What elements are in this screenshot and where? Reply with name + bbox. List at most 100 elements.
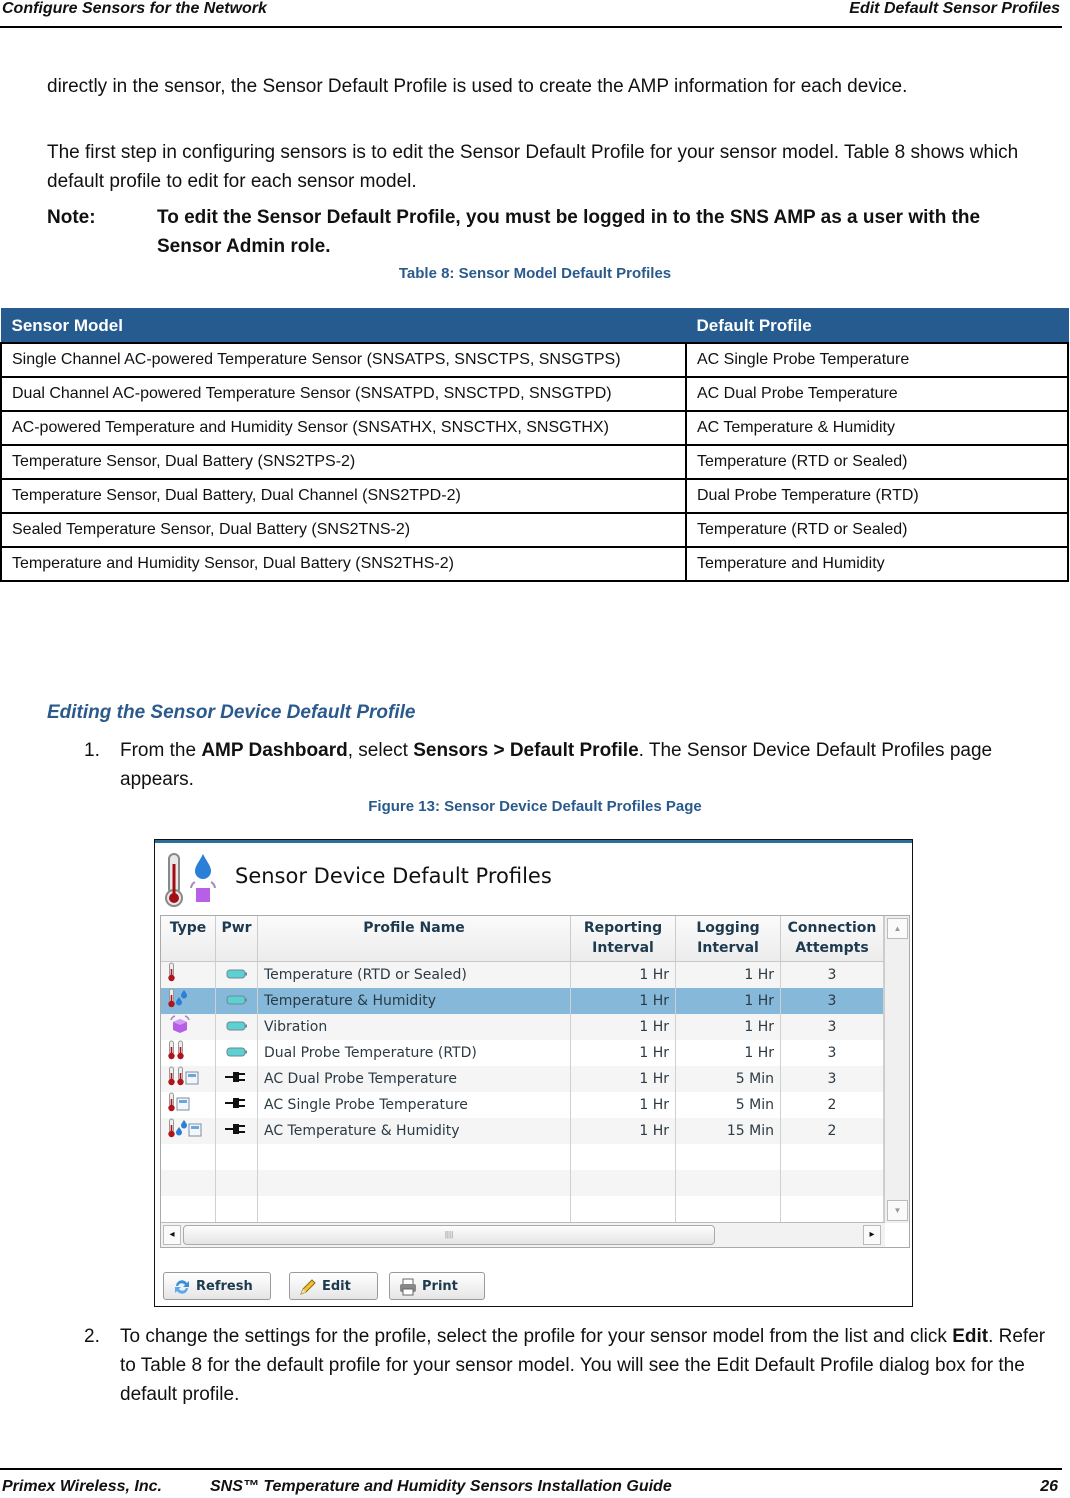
power-cell xyxy=(216,988,258,1014)
grid-row[interactable]: AC Dual Probe Temperature 1 Hr 5 Min 3 xyxy=(161,1066,885,1092)
column-power[interactable]: Pwr xyxy=(216,916,258,961)
grid-row-empty xyxy=(161,1196,885,1222)
screenshot-figure: Sensor Device Default Profiles Type Pwr … xyxy=(154,839,913,1307)
scroll-down-icon[interactable]: ▼ xyxy=(887,1200,908,1221)
profile-name-cell xyxy=(258,1170,571,1196)
type-cell xyxy=(161,1014,216,1040)
logging-interval-cell: 5 Min xyxy=(676,1066,781,1092)
thermometer-icon xyxy=(167,1092,176,1118)
logging-interval-cell: 1 Hr xyxy=(676,1014,781,1040)
vibration-cube-icon xyxy=(167,1014,193,1040)
column-type[interactable]: Type xyxy=(161,916,216,961)
type-cell xyxy=(161,962,216,988)
text: , select xyxy=(347,740,414,761)
bold-text: Sensors > Default Profile xyxy=(413,740,639,761)
profile-name-cell: AC Temperature & Humidity xyxy=(258,1118,571,1144)
logging-interval-cell: 5 Min xyxy=(676,1092,781,1118)
table-header-row: Sensor Model Default Profile xyxy=(0,308,1069,344)
battery-icon xyxy=(226,988,248,1014)
vertical-scrollbar[interactable]: ▲ ▼ xyxy=(884,916,909,1223)
thermometer-icon xyxy=(176,1040,185,1066)
figure-caption: Figure 13: Sensor Device Default Profile… xyxy=(368,798,702,815)
header-default-profile: Default Profile xyxy=(685,308,1069,344)
profile-name-cell: AC Single Probe Temperature xyxy=(258,1092,571,1118)
reporting-interval-cell: 1 Hr xyxy=(571,1040,676,1066)
grid-row[interactable]: AC Temperature & Humidity 1 Hr 15 Min 2 xyxy=(161,1118,885,1144)
scroll-right-icon[interactable]: ▸ xyxy=(863,1225,881,1245)
logging-interval-cell xyxy=(676,1196,781,1222)
page-number: 26 xyxy=(1040,1478,1058,1495)
column-reporting-interval[interactable]: Reporting Interval xyxy=(571,916,676,961)
thermometer-icon xyxy=(167,962,176,988)
edit-button[interactable]: Edit xyxy=(289,1272,378,1300)
power-cell xyxy=(216,1118,258,1144)
profile-name-cell: Dual Probe Temperature (RTD) xyxy=(258,1040,571,1066)
profile-name-cell xyxy=(258,1196,571,1222)
profile-name-cell: Vibration xyxy=(258,1014,571,1040)
scroll-thumb[interactable]: |||| xyxy=(183,1225,715,1245)
reporting-interval-cell: 1 Hr xyxy=(571,1092,676,1118)
type-cell xyxy=(161,1092,216,1118)
sensor-model-cell: Temperature Sensor, Dual Battery (SNS2TP… xyxy=(0,444,687,480)
profile-name-cell: Temperature (RTD or Sealed) xyxy=(258,962,571,988)
default-profile-cell: AC Single Probe Temperature xyxy=(685,342,1069,378)
default-profile-cell: Temperature (RTD or Sealed) xyxy=(685,512,1069,548)
table-row: Sealed Temperature Sensor, Dual Battery … xyxy=(0,512,1069,548)
header-line: Reporting xyxy=(583,920,663,936)
type-cell xyxy=(161,1118,216,1144)
page-footer: Primex Wireless, Inc. SNS™ Temperature a… xyxy=(0,1468,1062,1498)
display-icon xyxy=(176,1094,190,1119)
table-row: Temperature Sensor, Dual Battery (SNS2TP… xyxy=(0,444,1069,480)
grid-row[interactable]: Dual Probe Temperature (RTD) 1 Hr 1 Hr 3 xyxy=(161,1040,885,1066)
text: From the xyxy=(120,740,202,761)
grid-row[interactable]: Temperature (RTD or Sealed) 1 Hr 1 Hr 3 xyxy=(161,962,885,988)
profile-name-cell: AC Dual Probe Temperature xyxy=(258,1066,571,1092)
reporting-interval-cell: 1 Hr xyxy=(571,988,676,1014)
section-heading: Editing the Sensor Device Default Profil… xyxy=(47,702,416,723)
reporting-interval-cell xyxy=(571,1170,676,1196)
header-line: Logging xyxy=(696,920,760,936)
refresh-button[interactable]: Refresh xyxy=(163,1272,271,1300)
text: To change the settings for the profile, … xyxy=(120,1326,953,1347)
horizontal-scrollbar[interactable]: ◂ |||| ▸ xyxy=(161,1222,885,1247)
profile-name-cell: Temperature & Humidity xyxy=(258,988,571,1014)
connection-attempts-cell: 2 xyxy=(781,1092,884,1118)
header-chapter: Configure Sensors for the Network xyxy=(2,0,267,17)
default-profile-cell: Dual Probe Temperature (RTD) xyxy=(685,478,1069,514)
footer-company: Primex Wireless, Inc. xyxy=(2,1478,162,1495)
column-connection-attempts[interactable]: Connection Attempts xyxy=(781,916,884,961)
column-profile-name[interactable]: Profile Name xyxy=(258,916,571,961)
reporting-interval-cell: 1 Hr xyxy=(571,1118,676,1144)
grid-row[interactable]: Vibration 1 Hr 1 Hr 3 xyxy=(161,1014,885,1040)
scroll-left-icon[interactable]: ◂ xyxy=(163,1225,181,1245)
step-number: 2. xyxy=(84,1326,100,1347)
grid-row[interactable]: Temperature & Humidity 1 Hr 1 Hr 3 xyxy=(161,988,885,1014)
intro-paragraph-2: The first step in configuring sensors is… xyxy=(47,142,1019,192)
button-label: Edit xyxy=(322,1279,351,1294)
battery-icon xyxy=(226,1014,248,1040)
default-profile-cell: AC Temperature & Humidity xyxy=(685,410,1069,446)
table-caption: Table 8: Sensor Model Default Profiles xyxy=(398,265,672,282)
battery-icon xyxy=(226,1040,248,1066)
power-cell xyxy=(216,1144,258,1170)
type-cell xyxy=(161,1170,216,1196)
logging-interval-cell: 1 Hr xyxy=(676,1040,781,1066)
header-line: Interval xyxy=(697,940,759,956)
logging-interval-cell: 1 Hr xyxy=(676,962,781,988)
step-text: From the AMP Dashboard, select Sensors >… xyxy=(120,736,1060,794)
header-line: Connection xyxy=(787,920,877,936)
print-button[interactable]: Print xyxy=(389,1272,485,1300)
connection-attempts-cell: 3 xyxy=(781,962,884,988)
refresh-icon xyxy=(175,1280,189,1294)
column-logging-interval[interactable]: Logging Interval xyxy=(676,916,781,961)
note-text: To edit the Sensor Default Profile, you … xyxy=(157,207,981,257)
header-line: Attempts xyxy=(795,940,869,956)
power-cell xyxy=(216,1040,258,1066)
page-header: Configure Sensors for the Network Edit D… xyxy=(0,0,1062,28)
sensor-model-cell: AC-powered Temperature and Humidity Sens… xyxy=(0,410,687,446)
pencil-icon xyxy=(300,1279,316,1295)
reporting-interval-cell xyxy=(571,1196,676,1222)
scroll-up-icon[interactable]: ▲ xyxy=(887,918,908,939)
grid-row[interactable]: AC Single Probe Temperature 1 Hr 5 Min 2 xyxy=(161,1092,885,1118)
humidity-drops-icon xyxy=(176,989,188,1014)
